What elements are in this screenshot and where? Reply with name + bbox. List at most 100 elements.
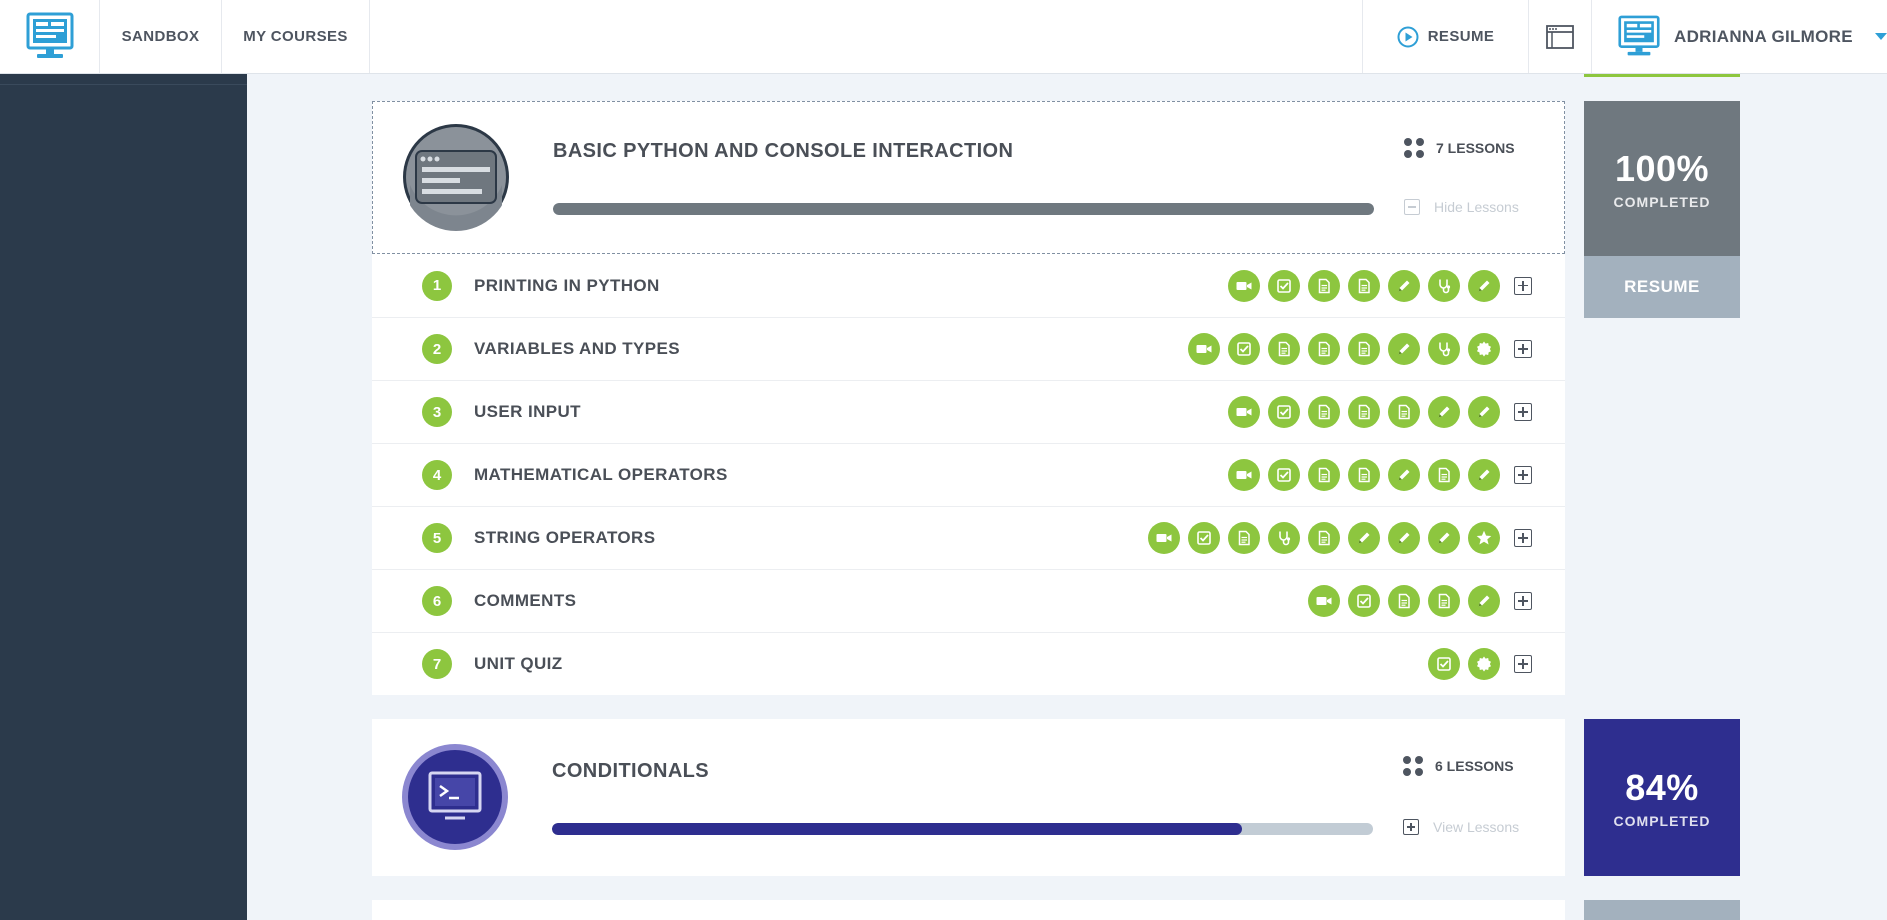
document-icon[interactable]	[1348, 459, 1380, 491]
completion-percent: 84%	[1625, 766, 1699, 808]
lesson-title[interactable]: MATHEMATICAL OPERATORS	[474, 465, 728, 485]
window-button[interactable]	[1529, 0, 1592, 73]
view-lessons-toggle[interactable]: View Lessons	[1403, 819, 1519, 835]
video-icon[interactable]	[1228, 459, 1260, 491]
document-icon[interactable]	[1428, 459, 1460, 491]
lesson-row[interactable]: 5 STRING OPERATORS	[372, 506, 1565, 569]
lesson-row[interactable]: 6 COMMENTS	[372, 569, 1565, 632]
view-lessons-label: View Lessons	[1433, 819, 1520, 835]
lesson-title[interactable]: COMMENTS	[474, 591, 576, 611]
checkbox-icon[interactable]	[1228, 333, 1260, 365]
course-title[interactable]: BASIC PYTHON AND CONSOLE INTERACTION	[553, 140, 1013, 163]
pencil-icon[interactable]	[1388, 333, 1420, 365]
lessons-count-label: 7 LESSONS	[1436, 140, 1515, 156]
pencil-icon[interactable]	[1468, 585, 1500, 617]
expand-lesson-icon[interactable]	[1514, 340, 1532, 358]
video-icon[interactable]	[1188, 333, 1220, 365]
document-icon[interactable]	[1308, 396, 1340, 428]
course-card-conditionals[interactable]: CONDITIONALS 6 LESSONS View Lessons	[372, 719, 1565, 876]
video-icon[interactable]	[1228, 396, 1260, 428]
expand-lesson-icon[interactable]	[1514, 592, 1532, 610]
document-icon[interactable]	[1308, 522, 1340, 554]
hide-lessons-toggle[interactable]: Hide Lessons	[1404, 199, 1519, 215]
document-icon[interactable]	[1308, 269, 1340, 302]
checkbox-icon[interactable]	[1268, 459, 1300, 491]
hide-lessons-label: Hide Lessons	[1434, 199, 1519, 215]
topbar-resume-button[interactable]: RESUME	[1362, 0, 1529, 73]
browser-window-icon	[1546, 24, 1574, 49]
caret-down-icon	[1874, 33, 1887, 40]
lesson-row[interactable]: 4 MATHEMATICAL OPERATORS	[372, 443, 1565, 506]
document-icon[interactable]	[1348, 396, 1380, 428]
video-icon[interactable]	[1228, 269, 1260, 302]
user-menu[interactable]: ADRIANNA GILMORE	[1592, 0, 1887, 73]
lesson-row[interactable]: 1 PRINTING IN PYTHON	[372, 254, 1565, 317]
document-icon[interactable]	[1308, 333, 1340, 365]
lesson-title[interactable]: PRINTING IN PYTHON	[474, 276, 660, 296]
pencil-icon[interactable]	[1388, 459, 1420, 491]
star-icon[interactable]	[1468, 522, 1500, 554]
lesson-title[interactable]: STRING OPERATORS	[474, 528, 655, 548]
nav-sandbox[interactable]: SANDBOX	[100, 0, 222, 73]
home-logo[interactable]	[0, 0, 100, 73]
expand-lesson-icon[interactable]	[1514, 529, 1532, 547]
lesson-number-badge: 5	[422, 523, 452, 553]
pencil-icon[interactable]	[1468, 459, 1500, 491]
lesson-row[interactable]: 2 VARIABLES AND TYPES	[372, 317, 1565, 380]
lesson-activities	[1228, 459, 1532, 491]
course-card-basic-python[interactable]: BASIC PYTHON AND CONSOLE INTERACTION 7 L…	[372, 101, 1565, 254]
lesson-activities	[1428, 648, 1532, 680]
course-title[interactable]: CONDITIONALS	[552, 760, 709, 783]
lesson-number-badge: 4	[422, 460, 452, 490]
expand-lesson-icon[interactable]	[1514, 655, 1532, 673]
checkbox-icon[interactable]	[1188, 522, 1220, 554]
document-icon[interactable]	[1388, 396, 1420, 428]
avatar	[1618, 15, 1660, 55]
document-icon[interactable]	[1388, 585, 1420, 617]
badge-icon[interactable]	[1468, 333, 1500, 365]
stethoscope-icon[interactable]	[1428, 333, 1460, 365]
stethoscope-icon[interactable]	[1428, 269, 1460, 302]
document-icon[interactable]	[1268, 333, 1300, 365]
lesson-title[interactable]: UNIT QUIZ	[474, 654, 563, 674]
document-icon[interactable]	[1228, 522, 1260, 554]
pencil-icon[interactable]	[1468, 396, 1500, 428]
document-icon[interactable]	[1348, 269, 1380, 302]
lesson-row[interactable]: 3 USER INPUT	[372, 380, 1565, 443]
resume-button[interactable]: RESUME	[1584, 256, 1740, 318]
checkbox-icon[interactable]	[1348, 585, 1380, 617]
nav-my-courses[interactable]: MY COURSES	[222, 0, 370, 73]
top-bar: SANDBOX MY COURSES RESUME ADRIANNA GILMO…	[0, 0, 1887, 74]
pencil-icon[interactable]	[1388, 269, 1420, 302]
pencil-icon[interactable]	[1468, 269, 1500, 302]
expand-lesson-icon[interactable]	[1514, 276, 1532, 295]
course-card-next[interactable]	[372, 900, 1565, 920]
expand-lesson-icon[interactable]	[1514, 403, 1532, 421]
pencil-icon[interactable]	[1348, 522, 1380, 554]
checkbox-icon[interactable]	[1428, 648, 1460, 680]
grid-dots-icon	[1404, 138, 1424, 158]
lesson-activities	[1228, 269, 1532, 302]
document-icon[interactable]	[1428, 585, 1460, 617]
checkbox-icon[interactable]	[1268, 396, 1300, 428]
lesson-row[interactable]: 7 UNIT QUIZ	[372, 632, 1565, 695]
pencil-icon[interactable]	[1428, 522, 1460, 554]
document-icon[interactable]	[1308, 459, 1340, 491]
user-name: ADRIANNA GILMORE	[1674, 26, 1853, 46]
lesson-title[interactable]: USER INPUT	[474, 402, 581, 422]
pencil-icon[interactable]	[1428, 396, 1460, 428]
collapse-icon	[1404, 199, 1420, 215]
video-icon[interactable]	[1308, 585, 1340, 617]
stethoscope-icon[interactable]	[1268, 522, 1300, 554]
lesson-number-badge: 1	[422, 270, 452, 301]
checkbox-icon[interactable]	[1268, 269, 1300, 302]
lesson-title[interactable]: VARIABLES AND TYPES	[474, 339, 680, 359]
lessons-count: 6 LESSONS	[1403, 756, 1514, 776]
pencil-icon[interactable]	[1388, 522, 1420, 554]
lesson-number-badge: 7	[422, 649, 452, 679]
expand-lesson-icon[interactable]	[1514, 466, 1532, 484]
badge-icon[interactable]	[1468, 648, 1500, 680]
document-icon[interactable]	[1348, 333, 1380, 365]
video-icon[interactable]	[1148, 522, 1180, 554]
computer-logo-icon	[26, 12, 73, 58]
